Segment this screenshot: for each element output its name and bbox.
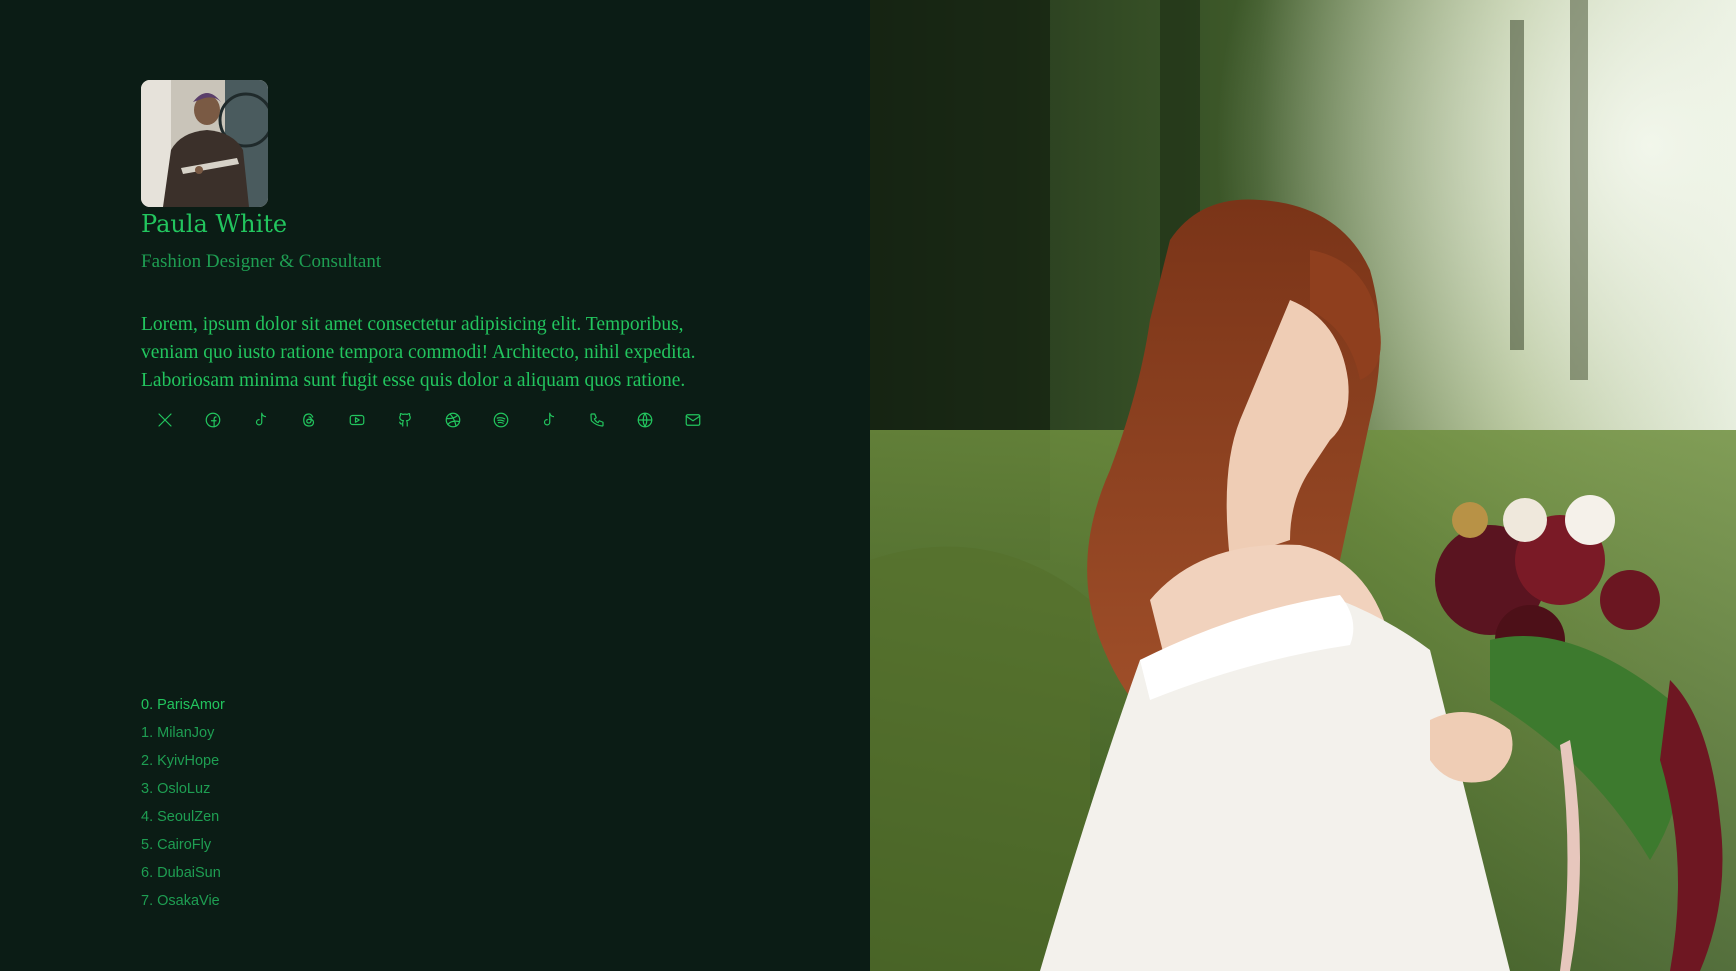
list-item[interactable]: 5. CairoFly [141,833,225,861]
profile-role: Fashion Designer & Consultant [141,251,382,272]
list-item[interactable]: 3. OsloLuz [141,777,225,805]
social-link-threads[interactable] [300,408,348,432]
dribbble-icon [445,412,461,428]
social-link-x[interactable] [156,408,204,432]
social-link-tiktok[interactable] [252,408,300,432]
social-link-email[interactable] [684,408,732,432]
social-link-youtube[interactable] [348,408,396,432]
profile-name: Paula White [141,210,288,238]
page: Paula White Fashion Designer & Consultan… [0,0,1736,971]
social-link-facebook[interactable] [204,408,252,432]
social-link-phone[interactable] [588,408,636,432]
globe-icon [637,412,653,428]
list-item[interactable]: 6. DubaiSun [141,861,225,889]
social-link-tiktok-2[interactable] [540,408,588,432]
mail-icon [685,414,701,426]
avatar-photo [141,80,268,207]
social-link-spotify[interactable] [492,408,540,432]
list-item[interactable]: 1. MilanJoy [141,721,225,749]
x-icon [158,413,172,427]
list-item[interactable]: 4. SeoulZen [141,805,225,833]
social-link-dribbble[interactable] [444,408,492,432]
profile-panel: Paula White Fashion Designer & Consultan… [0,0,870,971]
github-icon [399,413,411,427]
list-item[interactable]: 2. KyivHope [141,749,225,777]
list-item[interactable]: 7. OsakaVie [141,889,225,917]
tiktok-icon [543,412,555,426]
social-link-github[interactable] [396,408,444,432]
avatar [141,80,268,207]
hero-photo [870,0,1736,971]
youtube-icon [349,414,365,426]
social-link-website[interactable] [636,408,684,432]
tiktok-icon [255,412,267,426]
bride-photo [870,0,1736,971]
spotify-icon [493,412,509,428]
facebook-icon [205,412,221,428]
phone-icon [590,413,604,427]
profile-bio: Lorem, ipsum dolor sit amet consectetur … [141,314,696,391]
location-list: 0. ParisAmor 1. MilanJoy 2. KyivHope 3. … [141,693,225,917]
threads-icon [303,413,315,427]
social-links [156,408,732,432]
list-item[interactable]: 0. ParisAmor [141,693,225,721]
